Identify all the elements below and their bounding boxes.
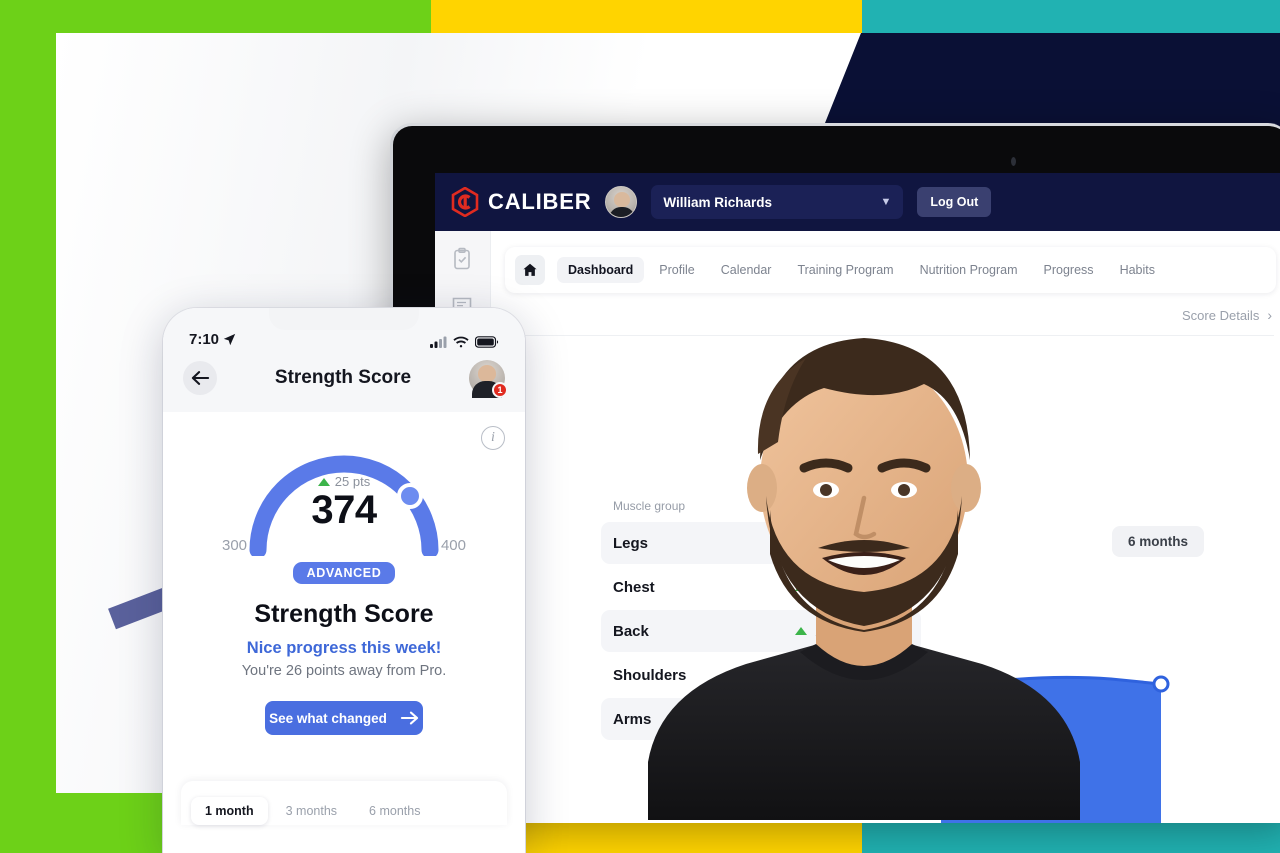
tab-dashboard[interactable]: Dashboard [557,257,645,283]
triangle-up-icon [317,477,330,486]
arrow-left-icon [191,371,209,385]
gauge-min-label: 300 [222,537,248,554]
tab-calendar[interactable]: Calendar [710,257,783,283]
level-badge: ADVANCED [292,562,396,584]
phone-notch [269,308,419,330]
tab-label: Habits [1119,263,1155,277]
caliber-hexagon-icon [451,187,479,217]
home-icon [523,263,537,276]
strength-score-card: i 25 pts 374 300 400 ADVANCED Strength S… [163,412,525,753]
score-details-label: Score Details [1182,307,1260,323]
gauge-delta-value: 25 pts [334,474,371,489]
tab-progress[interactable]: Progress [1033,257,1105,283]
see-what-changed-button[interactable]: See what changed [265,701,423,735]
status-icons [430,336,499,348]
card-subheading: Nice progress this week! [246,639,442,657]
score-details-link[interactable]: Score Details › [1182,307,1272,323]
arrow-right-icon [400,711,419,725]
tab-training-program[interactable]: Training Program [786,257,904,283]
card-heading: Strength Score [254,600,434,628]
tab-label: Dashboard [568,263,634,277]
main-navbar: Dashboard Profile Calendar Training Prog… [505,247,1276,293]
phone-device: 7:10 Strength Score 1 i 25 pts 374 300 4… [163,308,525,853]
wifi-icon [453,336,469,348]
segment-3-months[interactable]: 3 months [272,797,351,825]
logout-button[interactable]: Log Out [917,187,992,217]
cellular-bars-icon [430,336,447,348]
tab-label: Profile [659,263,695,277]
cta-label: See what changed [269,710,387,726]
sidebar-item-plan[interactable] [450,247,476,273]
segment-label: 1 month [205,804,254,818]
timeframe-card: 1 month 3 months 6 months [181,781,507,825]
location-arrow-icon [223,333,236,346]
tab-label: Calendar [720,263,772,277]
brand-name: CALIBER [488,189,592,214]
segment-6-months[interactable]: 6 months [355,797,434,825]
header-avatar[interactable] [605,186,638,218]
gauge-center-readout: 25 pts 374 [244,474,444,531]
chevron-right-icon: › [1267,307,1272,323]
gauge-delta: 25 pts [244,474,444,489]
segment-label: 6 months [369,804,421,818]
phone-nav-bar: Strength Score 1 [163,356,525,412]
person-photo [648,338,1080,820]
user-dropdown[interactable]: William Richards ▼ [651,185,904,219]
gauge-max-label: 400 [440,537,466,554]
status-time: 7:10 [189,331,220,348]
strength-score-gauge: 25 pts 374 300 400 [222,438,466,559]
status-time-group: 7:10 [189,331,236,348]
tab-label: Training Program [797,263,894,277]
chevron-down-icon: ▼ [880,196,892,208]
segment-1-month[interactable]: 1 month [191,797,268,825]
phone-avatar[interactable]: 1 [469,360,508,398]
home-button[interactable] [515,255,545,285]
tablet-camera [1011,157,1016,166]
range-label: 6 months [1127,534,1188,549]
segment-label: 3 months [285,804,338,818]
back-button[interactable] [183,361,217,395]
gauge-score-value: 374 [311,488,377,532]
phone-page-title: Strength Score [274,367,412,388]
clipboard-check-icon [453,247,470,270]
tab-label: Nutrition Program [919,263,1018,277]
timeframe-segments: 1 month 3 months 6 months [191,797,497,825]
avatar-face [478,365,496,382]
info-icon[interactable]: i [481,426,505,450]
tab-label: Progress [1043,263,1094,277]
app-header: CALIBER William Richards ▼ Log Out [435,173,1280,231]
tab-habits[interactable]: Habits [1109,257,1166,283]
card-subtext: You're 26 points away from Pro. [241,663,447,679]
range-selector-6-months[interactable]: 6 months [1111,526,1204,557]
logout-label: Log Out [930,195,979,209]
user-name: William Richards [663,194,773,210]
tab-profile[interactable]: Profile [648,257,705,283]
avatar-notification-badge: 1 [492,382,508,398]
chart-endpoint-marker [1152,675,1170,693]
level-badge-row: ADVANCED [183,560,505,584]
tab-nutrition-program[interactable]: Nutrition Program [909,257,1029,283]
brand-logo[interactable]: CALIBER [451,187,591,217]
battery-icon [475,336,499,348]
